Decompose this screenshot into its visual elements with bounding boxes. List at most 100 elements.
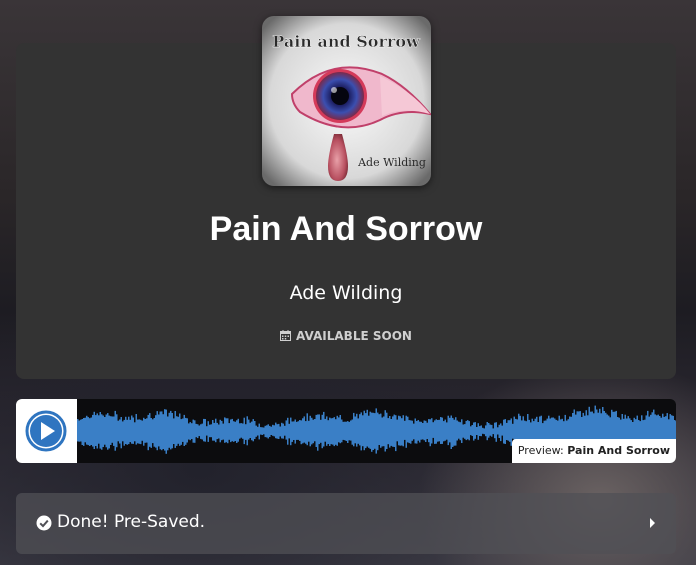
waveform-bar bbox=[444, 419, 446, 441]
waveform-bar bbox=[209, 424, 211, 438]
waveform-bar bbox=[366, 409, 368, 447]
waveform-bar bbox=[494, 422, 496, 439]
waveform-bar bbox=[128, 416, 130, 445]
waveform-bar bbox=[396, 419, 398, 442]
waveform-bar bbox=[282, 423, 284, 439]
waveform-bar bbox=[674, 420, 676, 441]
waveform-bar bbox=[393, 414, 395, 447]
waveform-bar bbox=[404, 420, 406, 440]
waveform-bar bbox=[311, 417, 313, 445]
waveform-bar bbox=[239, 423, 241, 439]
waveform-bar bbox=[488, 423, 490, 438]
waveform-bar bbox=[221, 420, 223, 441]
presave-status-button[interactable]: Done! Pre-Saved. bbox=[16, 493, 676, 554]
waveform-bar bbox=[398, 415, 400, 446]
waveform-bar bbox=[224, 417, 226, 443]
waveform-bar bbox=[434, 420, 436, 444]
waveform-bar bbox=[212, 420, 214, 441]
waveform-bar bbox=[318, 414, 320, 445]
waveform-bar bbox=[416, 421, 418, 444]
waveform-bar bbox=[623, 418, 625, 442]
release-title: Pain And Sorrow bbox=[209, 210, 483, 248]
waveform-bar bbox=[374, 413, 376, 449]
waveform-bar bbox=[251, 421, 253, 441]
waveform-bar bbox=[360, 412, 362, 451]
waveform-bar bbox=[435, 419, 437, 444]
waveform-bar bbox=[365, 413, 367, 449]
waveform-bar bbox=[126, 419, 128, 445]
waveform-bar bbox=[417, 420, 419, 441]
waveform-bar bbox=[356, 413, 358, 447]
waveform-bar bbox=[183, 414, 185, 446]
waveform-bar bbox=[492, 428, 494, 435]
waveform-bar bbox=[452, 417, 454, 447]
artist-name: Ade Wilding bbox=[289, 282, 403, 304]
waveform-bar bbox=[155, 415, 157, 448]
waveform-bar bbox=[303, 416, 305, 443]
waveform-bar bbox=[312, 419, 314, 444]
waveform-bar bbox=[369, 411, 371, 449]
waveform-bar bbox=[83, 418, 85, 446]
waveform-bar bbox=[102, 415, 104, 447]
waveform-bar bbox=[263, 427, 265, 435]
waveform-bar bbox=[335, 419, 337, 445]
waveform-bar bbox=[240, 423, 242, 438]
waveform-bar bbox=[270, 426, 272, 435]
waveform-bar bbox=[197, 424, 199, 439]
waveform-bar bbox=[470, 426, 472, 436]
waveform-bar bbox=[164, 409, 166, 451]
waveform-bar bbox=[131, 415, 133, 444]
waveform-bar bbox=[506, 422, 508, 440]
waveform-bar bbox=[254, 421, 256, 439]
waveform-bar bbox=[437, 420, 439, 442]
waveform-bar bbox=[165, 409, 167, 454]
waveform-bar bbox=[296, 421, 298, 440]
waveform-bar bbox=[201, 423, 203, 440]
waveform-bar bbox=[182, 418, 184, 442]
waveform-bar bbox=[230, 419, 232, 443]
waveform-bar bbox=[210, 424, 212, 438]
waveform-bar bbox=[228, 423, 230, 440]
waveform-bar bbox=[321, 414, 323, 449]
waveform-bar bbox=[186, 418, 188, 443]
waveform-bar bbox=[429, 419, 431, 447]
waveform-bar bbox=[95, 415, 97, 446]
preview-label: Preview: Pain And Sorrow bbox=[511, 439, 676, 463]
waveform-bar bbox=[92, 414, 94, 447]
cover-title-text: Pain and Sorrow bbox=[272, 32, 421, 51]
waveform-bar bbox=[116, 414, 118, 448]
waveform-bar bbox=[234, 421, 236, 441]
waveform-bar bbox=[395, 415, 397, 452]
waveform-bar bbox=[159, 411, 161, 450]
waveform-bar bbox=[152, 419, 154, 444]
waveform-bar bbox=[446, 422, 448, 440]
waveform-bar bbox=[438, 419, 440, 442]
waveform-bar bbox=[233, 421, 235, 442]
waveform-bar bbox=[447, 415, 449, 446]
waveform-bar bbox=[219, 419, 221, 443]
waveform-bar bbox=[170, 410, 172, 450]
waveform-bar bbox=[440, 417, 442, 444]
waveform-bar bbox=[287, 417, 289, 445]
waveform-bar bbox=[78, 420, 80, 442]
waveform-bar bbox=[410, 420, 412, 444]
waveform-bar bbox=[99, 412, 101, 449]
waveform-bar bbox=[507, 420, 509, 441]
waveform-bar bbox=[273, 425, 275, 437]
waveform-bar bbox=[237, 418, 239, 442]
waveform-bar bbox=[267, 424, 269, 439]
waveform-bar bbox=[501, 425, 503, 436]
waveform-bar bbox=[153, 418, 155, 447]
play-button[interactable] bbox=[16, 399, 77, 463]
waveform-bar bbox=[149, 413, 151, 447]
availability-badge: AVAILABLE SOON bbox=[16, 329, 676, 344]
waveform-bar bbox=[462, 424, 464, 438]
waveform-bar bbox=[281, 422, 283, 439]
waveform-bar bbox=[467, 420, 469, 440]
waveform-bar bbox=[278, 423, 280, 439]
waveform-bar bbox=[486, 422, 488, 441]
waveform-bar bbox=[147, 414, 149, 451]
waveform-bar bbox=[293, 421, 295, 440]
waveform-bar bbox=[380, 413, 382, 448]
waveform-bar bbox=[344, 421, 346, 441]
